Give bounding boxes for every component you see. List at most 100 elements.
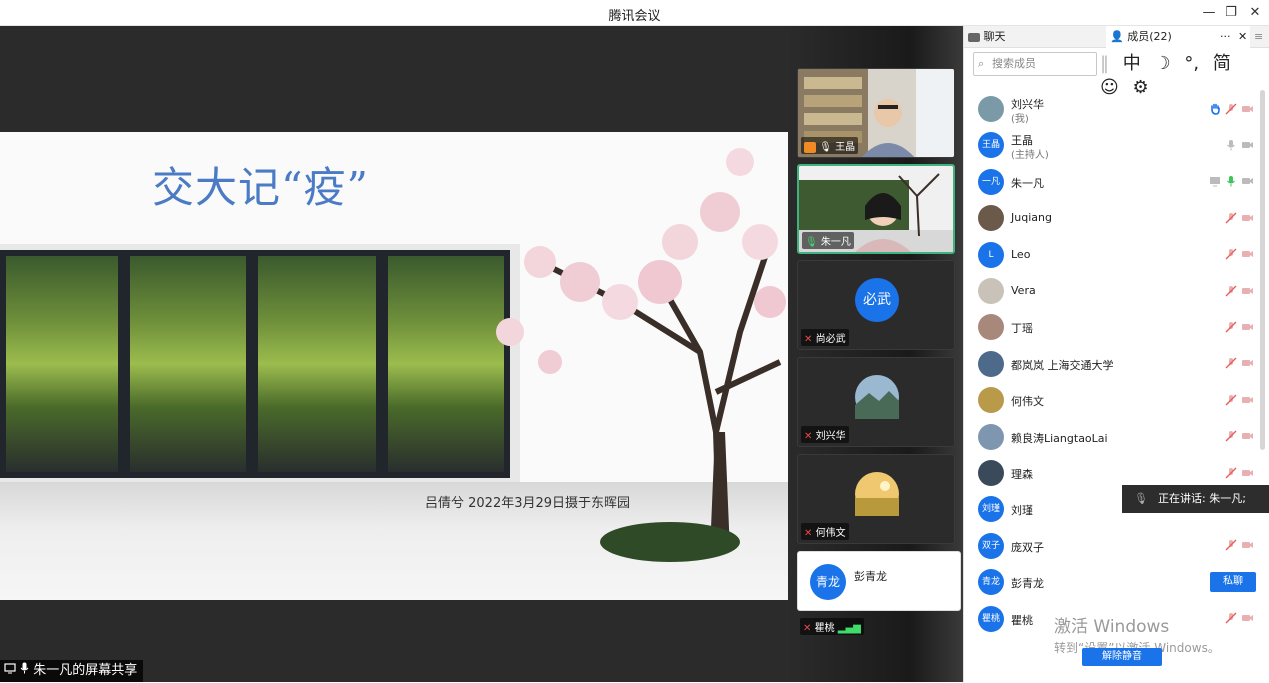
member-avatar — [978, 350, 1004, 377]
camera-off-icon — [1242, 323, 1253, 330]
video-tile-label: ✕ 瞿桃 ▂▄▆ — [800, 618, 864, 635]
member-row[interactable]: Vera — [964, 272, 1269, 308]
more-options-button[interactable]: ··· — [1220, 26, 1231, 48]
camera-off-icon — [1242, 469, 1253, 476]
chat-icon — [968, 32, 980, 42]
microphone-active-icon: 🎙 — [805, 237, 818, 248]
microphone-muted-icon — [1225, 612, 1237, 624]
video-tile[interactable]: 必武 ✕ 尚必武 — [797, 260, 955, 350]
member-name: 彭青龙 — [1011, 577, 1044, 591]
member-status-icons — [1221, 356, 1254, 370]
side-panel: 聊天 👤 成员(22) ··· ✕ ≡ ⌕ 搜索成员 ‖ 中 ☽ °, 简 ☺ … — [963, 26, 1269, 682]
private-chat-button[interactable]: 私聊 — [1210, 572, 1256, 592]
hover-user-card[interactable]: 青龙 彭青龙 — [797, 551, 961, 611]
minimize-button[interactable]: — — [1198, 2, 1220, 24]
microphone-muted-icon: 🎙 — [1134, 492, 1148, 505]
tab-chat[interactable]: 聊天 — [968, 26, 1006, 48]
title-bar: 腾讯会议 — ❐ ✕ — [0, 0, 1269, 26]
member-status-icons — [1221, 247, 1254, 261]
member-name: 刘瑾 — [1011, 504, 1033, 518]
avatar — [855, 472, 899, 516]
slide-title: 交大记“疫” — [152, 163, 369, 212]
microphone-icon: 🎙 — [819, 142, 832, 153]
camera-icon — [1242, 178, 1253, 185]
tab-members[interactable]: 👤 成员(22) ··· ✕ — [1106, 26, 1250, 48]
host-icon — [804, 141, 816, 153]
camera-off-icon — [1242, 214, 1253, 221]
video-tile-column: 🎙 王晶 🎙 朱一凡 必武 ✕ 尚必武 ✕ 刘兴华 ✕ 何伟文 青龙 彭青龙 ✕… — [788, 26, 963, 682]
search-member-input[interactable]: ⌕ 搜索成员 — [973, 52, 1097, 76]
screen-share-label: 朱一凡的屏幕共享 — [0, 660, 144, 682]
member-status-icons — [1221, 319, 1254, 333]
member-row[interactable]: 赖良涛LiangtaoLai — [964, 418, 1269, 454]
camera-off-icon — [1242, 615, 1253, 622]
microphone-muted-icon — [1225, 321, 1237, 333]
close-button[interactable]: ✕ — [1244, 2, 1266, 24]
shared-slide: 交大记“疫” 吕倩兮 2022年3月29日摄于东晖园 — [0, 132, 788, 600]
member-status-icons — [1221, 429, 1254, 443]
screen-share-icon — [4, 663, 20, 678]
close-panel-button[interactable]: ✕ — [1238, 26, 1247, 48]
member-status-icons — [1221, 538, 1254, 552]
ime-chinese-mode[interactable]: 中 — [1123, 52, 1141, 76]
slide-photo-window — [124, 250, 252, 478]
video-tile[interactable]: ✕ 刘兴华 — [797, 357, 955, 447]
video-tile-label: ✕ 尚必武 — [801, 329, 849, 346]
member-avatar — [978, 278, 1004, 304]
user-card-name: 彭青龙 — [854, 570, 887, 583]
ime-simplified-mode[interactable]: 简 — [1213, 52, 1231, 76]
member-row[interactable]: 何伟文 — [964, 381, 1269, 417]
member-avatar: 刘瑾 — [978, 496, 1004, 523]
member-name: 何伟文 — [1011, 395, 1044, 409]
member-avatar — [978, 314, 1004, 341]
microphone-muted-icon: ✕ — [804, 334, 813, 345]
camera-off-icon — [1242, 251, 1253, 258]
signal-bars-icon: ▂▄▆ — [837, 623, 861, 634]
microphone-muted-icon — [1225, 357, 1237, 369]
avatar: 必武 — [855, 278, 899, 322]
member-status-icons — [1206, 101, 1254, 115]
ime-punctuation-mode[interactable]: °, — [1184, 52, 1199, 76]
video-tile[interactable]: 🎙 王晶 — [797, 68, 955, 158]
cherry-tree-illustration — [496, 148, 786, 562]
microphone-muted-icon — [1225, 248, 1237, 260]
member-list-scrollbar[interactable] — [1260, 90, 1265, 450]
screen-share-stage[interactable]: 交大记“疫” 吕倩兮 2022年3月29日摄于东晖园 朱一凡的屏幕共享 — [0, 26, 788, 682]
member-name: 瞿桃 — [1011, 613, 1033, 627]
microphone-muted-icon: ✕ — [803, 623, 812, 634]
member-avatar: 王晶 — [978, 132, 1004, 159]
microphone-muted-icon — [1225, 539, 1237, 551]
ime-divider: ‖ — [1100, 53, 1109, 74]
video-tile-label: 🎙 王晶 — [801, 137, 859, 154]
member-name: 丁瑶 — [1011, 322, 1033, 336]
window-title: 腾讯会议 — [608, 9, 661, 24]
restore-button[interactable]: ❐ — [1220, 2, 1242, 24]
member-row[interactable]: 都岚岚 上海交通大学 — [964, 345, 1269, 381]
member-name: 庞双子 — [1011, 540, 1044, 554]
video-tile[interactable]: ✕ 何伟文 — [797, 454, 955, 544]
member-row[interactable]: 丁瑶 — [964, 308, 1269, 344]
camera-off-icon — [1242, 287, 1253, 294]
member-row[interactable]: 刘兴华 (我) — [964, 90, 1269, 126]
member-name: Vera — [1011, 284, 1036, 297]
member-row[interactable]: L Leo — [964, 236, 1269, 272]
microphone-icon — [20, 662, 33, 678]
member-row[interactable]: 一凡 朱一凡 — [964, 163, 1269, 199]
search-icon: ⌕ — [978, 57, 985, 70]
member-role: (主持人) — [1011, 150, 1049, 162]
member-name: Leo — [1011, 247, 1031, 261]
camera-off-icon — [1242, 105, 1253, 112]
member-name: 朱一凡 — [1011, 176, 1044, 190]
unmute-button[interactable]: 解除静音 — [1082, 648, 1162, 666]
ime-moon-icon[interactable]: ☽ — [1154, 52, 1170, 76]
member-name: 都岚岚 上海交通大学 — [1011, 358, 1114, 372]
member-name: 赖良涛LiangtaoLai — [1011, 431, 1108, 445]
member-row[interactable]: 王晶 王晶 (主持人) — [964, 126, 1269, 162]
panel-menu-button[interactable]: ≡ — [1254, 26, 1263, 48]
video-tile[interactable]: ✕ 瞿桃 ▂▄▆ — [797, 616, 955, 638]
member-name: 理森 — [1011, 468, 1033, 481]
raised-hand-icon — [1211, 103, 1220, 115]
member-row[interactable]: 双子 庞双子 — [964, 527, 1269, 563]
member-row[interactable]: Juqiang — [964, 199, 1269, 235]
video-tile-active-speaker[interactable]: 🎙 朱一凡 — [797, 164, 955, 254]
